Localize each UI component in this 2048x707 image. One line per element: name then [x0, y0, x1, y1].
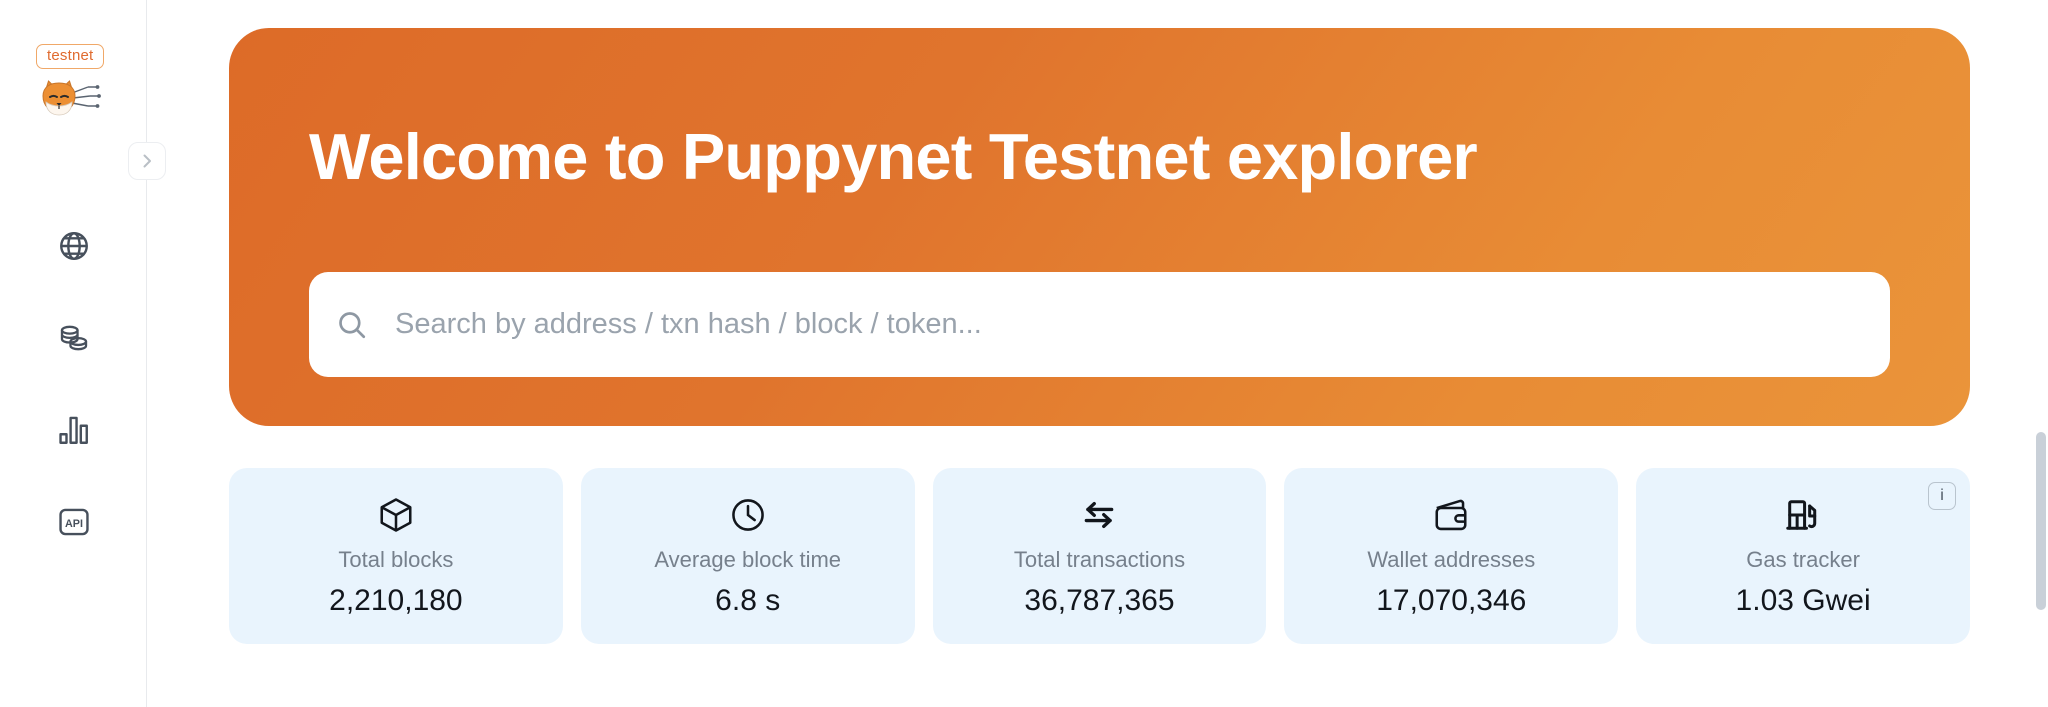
stat-value: 6.8 s — [715, 583, 781, 617]
svg-text:API: API — [65, 518, 83, 530]
transactions-icon — [1080, 494, 1118, 536]
search-icon-svg — [339, 311, 366, 338]
network-badge: testnet — [36, 44, 105, 69]
sidebar-nav: API — [0, 200, 147, 568]
clock-icon — [729, 494, 767, 536]
search-bar[interactable] — [309, 272, 1890, 377]
page-scrollbar-track[interactable] — [2034, 0, 2048, 707]
sidebar-item-blockchain[interactable] — [0, 200, 147, 292]
search-input[interactable] — [395, 272, 1890, 377]
stat-label: Total blocks — [338, 547, 454, 572]
sidebar-item-api[interactable]: API — [0, 476, 147, 568]
search-icon — [309, 308, 395, 342]
stat-card-wallet-addresses[interactable]: Wallet addresses 17,070,346 — [1284, 468, 1619, 644]
shiba-inu-logo-svg — [42, 80, 101, 116]
api-icon: API — [58, 508, 89, 536]
transactions-icon-svg — [1085, 501, 1114, 529]
shiba-inu-logo[interactable] — [36, 78, 102, 122]
stat-value: 36,787,365 — [1024, 583, 1175, 617]
stat-label: Wallet addresses — [1367, 547, 1536, 572]
coins-icon — [60, 325, 87, 351]
stat-card-gas-tracker[interactable]: i Gas tracker 1.03 Gwei — [1636, 468, 1970, 644]
page-title: Welcome to Puppynet Testnet explorer — [309, 120, 1478, 193]
sidebar-item-charts-stats[interactable] — [0, 384, 147, 476]
stat-label: Total transactions — [1013, 547, 1186, 572]
cube-icon-svg — [380, 498, 412, 532]
stat-value: 2,210,180 — [329, 583, 463, 617]
wallet-icon — [1432, 494, 1470, 536]
main-content: Welcome to Puppynet Testnet explorer Sea… — [147, 0, 2048, 707]
page-scrollbar-thumb[interactable] — [2036, 432, 2046, 610]
stat-value: 17,070,346 — [1376, 583, 1527, 617]
cube-icon — [377, 494, 415, 536]
stat-label: Gas tracker — [1746, 547, 1860, 572]
app-root: testnet API Welcome to Puppynet Testnet … — [0, 0, 2048, 707]
chevron-right-icon — [143, 154, 151, 168]
globe-icon — [59, 232, 88, 260]
stat-card-total-blocks[interactable]: Total blocks 2,210,180 — [229, 468, 563, 644]
stat-label: Average block time — [654, 547, 842, 572]
sidebar-collapse-toggle[interactable] — [128, 142, 166, 180]
hero-banner: Welcome to Puppynet Testnet explorer — [229, 28, 1970, 426]
stats-row: Total blocks 2,210,180 Average block tim… — [229, 468, 1970, 644]
gas-tracker-info-button[interactable]: i — [1927, 482, 1956, 510]
sidebar: testnet API — [0, 0, 166, 707]
sidebar-item-tokens[interactable] — [0, 292, 147, 384]
wallet-icon-svg — [1435, 499, 1467, 531]
gas-pump-icon — [1784, 494, 1822, 536]
stat-value: 1.03 Gwei — [1735, 583, 1871, 617]
stat-card-total-transactions[interactable]: Total transactions 36,787,365 — [932, 468, 1267, 644]
clock-icon-svg — [731, 499, 764, 531]
gas-pump-icon-svg — [1786, 500, 1817, 530]
info-icon: i — [1940, 487, 1944, 504]
bar-chart-icon — [58, 416, 88, 444]
stat-card-average-block-time[interactable]: Average block time 6.8 s — [580, 468, 915, 644]
